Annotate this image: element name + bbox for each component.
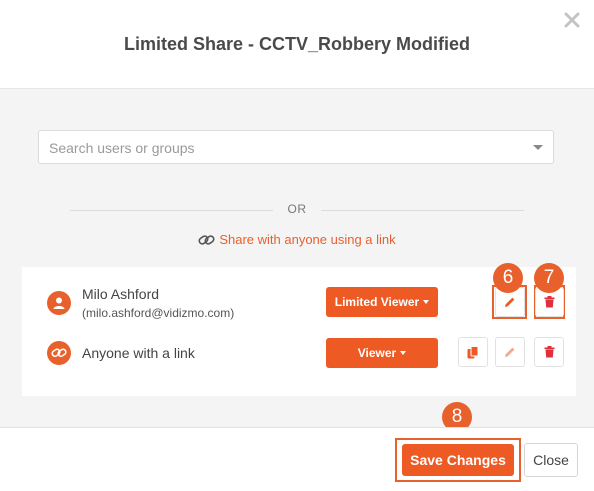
dialog-footer: Save Changes Close [0,427,594,491]
search-box[interactable] [38,130,554,165]
chevron-down-icon[interactable] [533,145,543,150]
dialog-body: OR Share with anyone using a link Milo A… [0,89,594,432]
user-icon [47,291,71,315]
or-label: OR [287,202,307,216]
share-with-link-button[interactable]: Share with anyone using a link [0,232,594,247]
close-x-icon[interactable] [560,8,584,32]
delete-icon [544,346,554,358]
role-dropdown-limited-viewer[interactable]: Limited Viewer [326,287,438,317]
edit-button-disabled[interactable] [495,337,525,367]
delete-button[interactable] [534,337,564,367]
caret-down-icon [400,351,407,355]
link-icon [198,235,215,245]
role-dropdown-viewer[interactable]: Viewer [326,338,438,368]
copy-icon [467,345,479,358]
user-name: Milo Ashford [82,286,160,302]
edit-icon [505,347,515,357]
role-label: Limited Viewer [334,295,420,309]
delete-icon [544,296,555,308]
search-input[interactable] [39,131,531,165]
save-changes-button[interactable]: Save Changes [402,444,514,476]
share-row-link: Anyone with a link Viewer [22,332,576,382]
close-button[interactable]: Close [524,443,578,477]
share-with-link-label: Share with anyone using a link [219,232,396,247]
share-row-user: Milo Ashford (milo.ashford@vidizmo.com) … [22,279,576,329]
link-icon [47,341,71,365]
step-badge-6: 6 [493,263,523,293]
dialog-header: Limited Share - CCTV_Robbery Modified [0,0,594,89]
role-label: Viewer [357,346,397,360]
or-separator: OR [70,202,524,218]
link-share-name: Anyone with a link [82,345,195,361]
user-email: (milo.ashford@vidizmo.com) [82,306,235,320]
edit-icon [505,297,515,307]
caret-down-icon [423,300,430,304]
copy-link-button[interactable] [458,337,488,367]
step-badge-7: 7 [534,263,564,293]
dialog-title: Limited Share - CCTV_Robbery Modified [123,34,471,54]
share-list: Milo Ashford (milo.ashford@vidizmo.com) … [22,267,576,396]
